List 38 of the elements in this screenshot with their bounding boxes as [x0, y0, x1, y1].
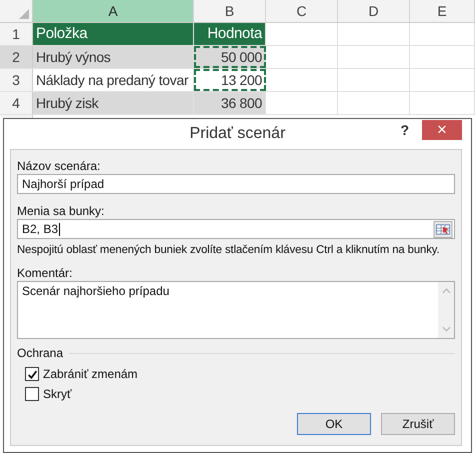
- field-label: Menia sa bunky:: [17, 203, 106, 219]
- cancel-button[interactable]: Zrušiť: [381, 413, 455, 435]
- column-header[interactable]: E: [410, 0, 475, 22]
- scroll-down-icon[interactable]: [442, 326, 450, 332]
- table-cell: 50 000: [194, 46, 266, 68]
- column-header[interactable]: B: [194, 0, 266, 22]
- column-header[interactable]: A: [33, 0, 194, 22]
- comment-field[interactable]: Scenár najhoršieho prípadu: [17, 281, 455, 339]
- field-label: Komentár:: [17, 265, 74, 281]
- checkbox-option[interactable]: Zabrániť zmenám: [25, 364, 455, 384]
- select-all-icon[interactable]: [19, 9, 29, 19]
- column-header[interactable]: D: [338, 0, 410, 22]
- window-title: Pridať scenár: [190, 125, 286, 143]
- row-header[interactable]: 2: [0, 46, 33, 68]
- table-cell: Hrubý výnos: [33, 46, 194, 68]
- field-label: Názov scenára:: [17, 158, 102, 174]
- table-cell: Položka: [33, 23, 194, 45]
- checkbox[interactable]: [25, 367, 39, 381]
- checkbox-option[interactable]: Skryť: [25, 384, 455, 404]
- input-field[interactable]: Najhorší prípad: [17, 174, 455, 194]
- column-header[interactable]: C: [266, 0, 338, 22]
- scroll-up-icon[interactable]: [442, 288, 450, 294]
- row-header[interactable]: 3: [0, 69, 33, 91]
- table-cell: Hodnota: [194, 23, 266, 45]
- close-button[interactable]: ×: [422, 120, 462, 140]
- ok-button[interactable]: OK: [297, 413, 371, 435]
- scrollbar[interactable]: [438, 282, 454, 338]
- input-field[interactable]: B2, B3: [17, 219, 455, 239]
- table-cell: 36 800: [194, 92, 266, 114]
- hint-text: Nespojitú oblasť menených buniek zvolíte stlačením klávesu Ctrl a kliknutím na bunky.: [17, 243, 441, 258]
- checkbox[interactable]: [25, 387, 39, 401]
- table-cell: Hrubý zisk: [33, 92, 194, 114]
- row-header[interactable]: 1: [0, 23, 33, 45]
- row-header[interactable]: 4: [0, 92, 33, 114]
- table-cell: 13 200: [194, 69, 266, 91]
- help-button[interactable]: ?: [394, 121, 415, 139]
- group-label: Ochrana: [17, 346, 64, 360]
- range-picker-icon[interactable]: [433, 220, 453, 238]
